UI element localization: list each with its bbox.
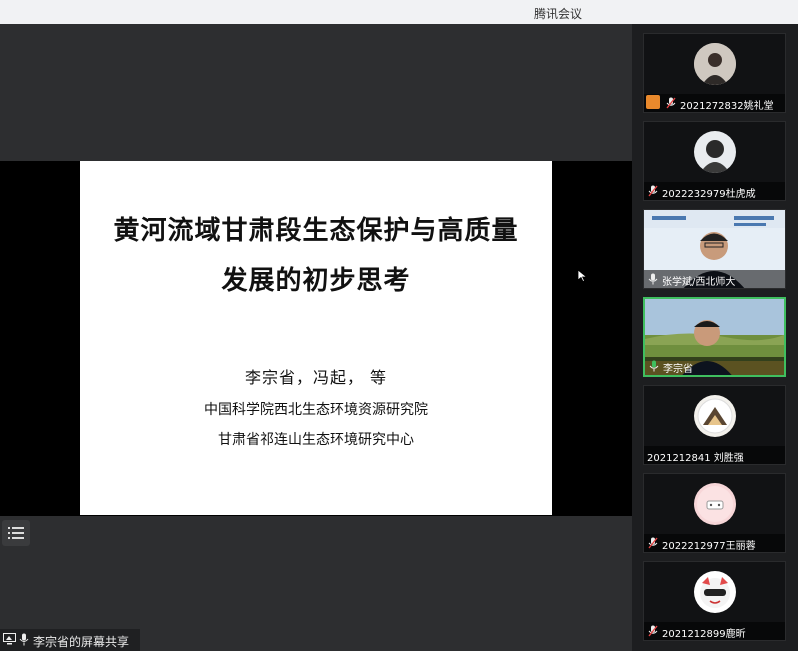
slide-authors: 李宗省，冯起， 等 (244, 368, 388, 387)
participant-name: 2021212841 刘胜强 (647, 453, 744, 464)
participant-tile[interactable]: 2021212899鹿昕 (643, 561, 786, 641)
participant-name: 2021272832姚礼堂 (680, 101, 774, 112)
screen-share-icon (3, 633, 16, 648)
cartoon-avatar (693, 571, 736, 613)
landscape-avatar (693, 395, 736, 437)
participant-tile-active[interactable]: 李宗省 (643, 297, 786, 377)
participant-name: 张学斌/西北师大 (662, 277, 736, 288)
portrait-avatar (693, 131, 736, 173)
mic-muted-icon (648, 185, 658, 200)
slide-affiliation-2: 甘肃省祁连山生态环境研究中心 (218, 432, 414, 448)
participant-tile[interactable]: 2022212977王丽蓉 (643, 473, 786, 553)
participant-name-bar: 李宗省 (645, 357, 784, 375)
participant-name-bar: 2021212841 刘胜强 (644, 446, 785, 464)
participant-name-bar: 2022212977王丽蓉 (644, 534, 785, 552)
mouse-cursor-icon (577, 267, 588, 286)
list-icon (8, 527, 24, 539)
mic-muted-icon (648, 625, 658, 640)
participant-name-bar: 2021212899鹿昕 (644, 622, 785, 640)
window-title: 腾讯会议 (534, 7, 583, 21)
participant-name: 2022212977王丽蓉 (662, 541, 756, 552)
presentation-slide: 黄河流域甘肃段生态保护与高质量 发展的初步思考 李宗省，冯起， 等 中国科学院西… (80, 161, 552, 515)
participant-tile[interactable]: 张学斌/西北师大 (643, 209, 786, 289)
slide-title-line1: 黄河流域甘肃段生态保护与高质量 (113, 216, 519, 246)
participant-name-bar: 张学斌/西北师大 (644, 270, 785, 288)
mic-muted-icon (666, 97, 676, 112)
host-badge-icon (646, 95, 660, 109)
participant-name: 李宗省 (663, 364, 693, 375)
microphone-icon (648, 273, 658, 288)
title-bar: 腾讯会议 (0, 0, 798, 24)
portrait-avatar (693, 43, 736, 85)
participant-name-bar: 2022232979杜虎成 (644, 182, 785, 200)
cartoon-avatar (693, 483, 736, 525)
mic-speaking-icon (649, 360, 659, 375)
slide-title-line2: 发展的初步思考 (221, 266, 411, 296)
slide-affiliation-1: 中国科学院西北生态环境资源研究院 (204, 402, 428, 418)
participant-name: 2022232979杜虎成 (662, 189, 756, 200)
slide-title: 黄河流域甘肃段生态保护与高质量 发展的初步思考 (80, 206, 552, 306)
mic-muted-icon (648, 537, 658, 552)
member-list-toggle-button[interactable] (2, 520, 30, 546)
participant-name-bar: 2021272832姚礼堂 (644, 94, 785, 112)
participant-tile[interactable]: 2021212841 刘胜强 (643, 385, 786, 465)
participant-tile[interactable]: 2021272832姚礼堂 (643, 33, 786, 113)
screen-share-status[interactable]: 李宗省的屏幕共享 (0, 629, 140, 651)
screen-share-label: 李宗省的屏幕共享 (33, 635, 130, 649)
microphone-icon (19, 633, 29, 649)
participant-name: 2021212899鹿昕 (662, 629, 746, 640)
participant-tile[interactable]: 2022232979杜虎成 (643, 121, 786, 201)
